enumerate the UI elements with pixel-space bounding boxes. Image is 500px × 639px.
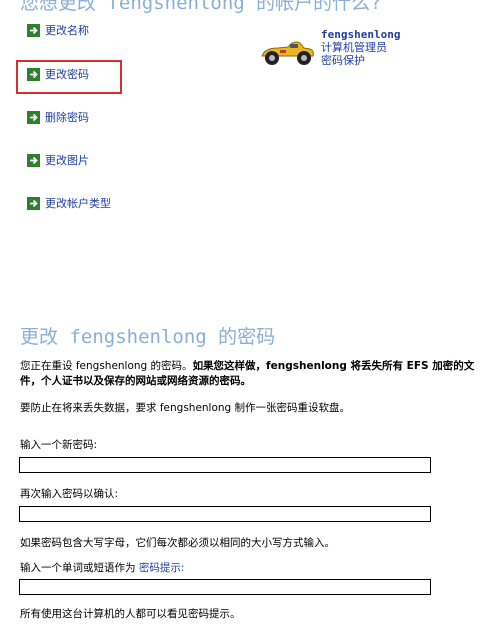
user-details: fengshenlong 计算机管理员 密码保护 bbox=[321, 28, 400, 67]
task-label: 更改图片 bbox=[45, 154, 89, 167]
arrow-right-icon bbox=[27, 196, 40, 210]
warning-text-plain: 您正在重设 fengshenlong 的密码。 bbox=[20, 360, 193, 372]
task-change-name[interactable]: 更改名称 bbox=[27, 22, 89, 38]
confirm-password-field[interactable] bbox=[19, 506, 431, 522]
arrow-right-icon bbox=[27, 110, 40, 124]
hint-label-prefix: 输入一个单词或短语作为 bbox=[20, 562, 136, 574]
password-hint-label: 输入一个单词或短语作为 密码提示: bbox=[20, 560, 184, 575]
password-hint-field[interactable] bbox=[19, 579, 431, 595]
arrow-right-icon bbox=[27, 153, 40, 167]
task-remove-password[interactable]: 删除密码 bbox=[27, 109, 89, 125]
section-heading: 更改 fengshenlong 的密码 bbox=[20, 326, 276, 348]
warning-paragraph: 您正在重设 fengshenlong 的密码。如果您这样做，fengshenlo… bbox=[20, 359, 485, 389]
race-car-icon bbox=[261, 41, 314, 65]
user-accounts-page: 您想更改 fengshenlong 的帐户的什么? 更改名称 更改密码 删除密码… bbox=[0, 0, 500, 639]
confirm-password-label: 再次输入密码以确认: bbox=[20, 488, 119, 500]
task-label: 更改密码 bbox=[45, 68, 89, 81]
task-change-account-type[interactable]: 更改帐户类型 bbox=[27, 195, 111, 211]
arrow-right-icon bbox=[27, 23, 40, 37]
task-label: 更改名称 bbox=[45, 24, 89, 37]
new-password-label: 输入一个新密码: bbox=[20, 439, 98, 451]
password-hint-link[interactable]: 密码提示: bbox=[139, 562, 185, 574]
task-change-picture[interactable]: 更改图片 bbox=[27, 152, 89, 168]
top-heading: 您想更改 fengshenlong 的帐户的什么? bbox=[20, 0, 382, 14]
task-label: 更改帐户类型 bbox=[45, 197, 111, 210]
arrow-right-icon bbox=[27, 67, 40, 81]
hint-visibility-note: 所有使用这台计算机的人都可以看见密码提示。 bbox=[20, 608, 241, 620]
task-change-password[interactable]: 更改密码 bbox=[27, 66, 89, 82]
user-name: fengshenlong bbox=[321, 28, 401, 41]
user-role: 计算机管理员 bbox=[321, 41, 387, 54]
new-password-field[interactable] bbox=[19, 457, 431, 473]
task-label: 删除密码 bbox=[45, 111, 89, 124]
user-password-status: 密码保护 bbox=[321, 54, 365, 67]
reset-disk-note: 要防止在将来丢失数据，要求 fengshenlong 制作一张密码重设软盘。 bbox=[20, 402, 351, 414]
case-sensitivity-note: 如果密码包含大写字母，它们每次都必须以相同的大小写方式输入。 bbox=[20, 537, 335, 549]
